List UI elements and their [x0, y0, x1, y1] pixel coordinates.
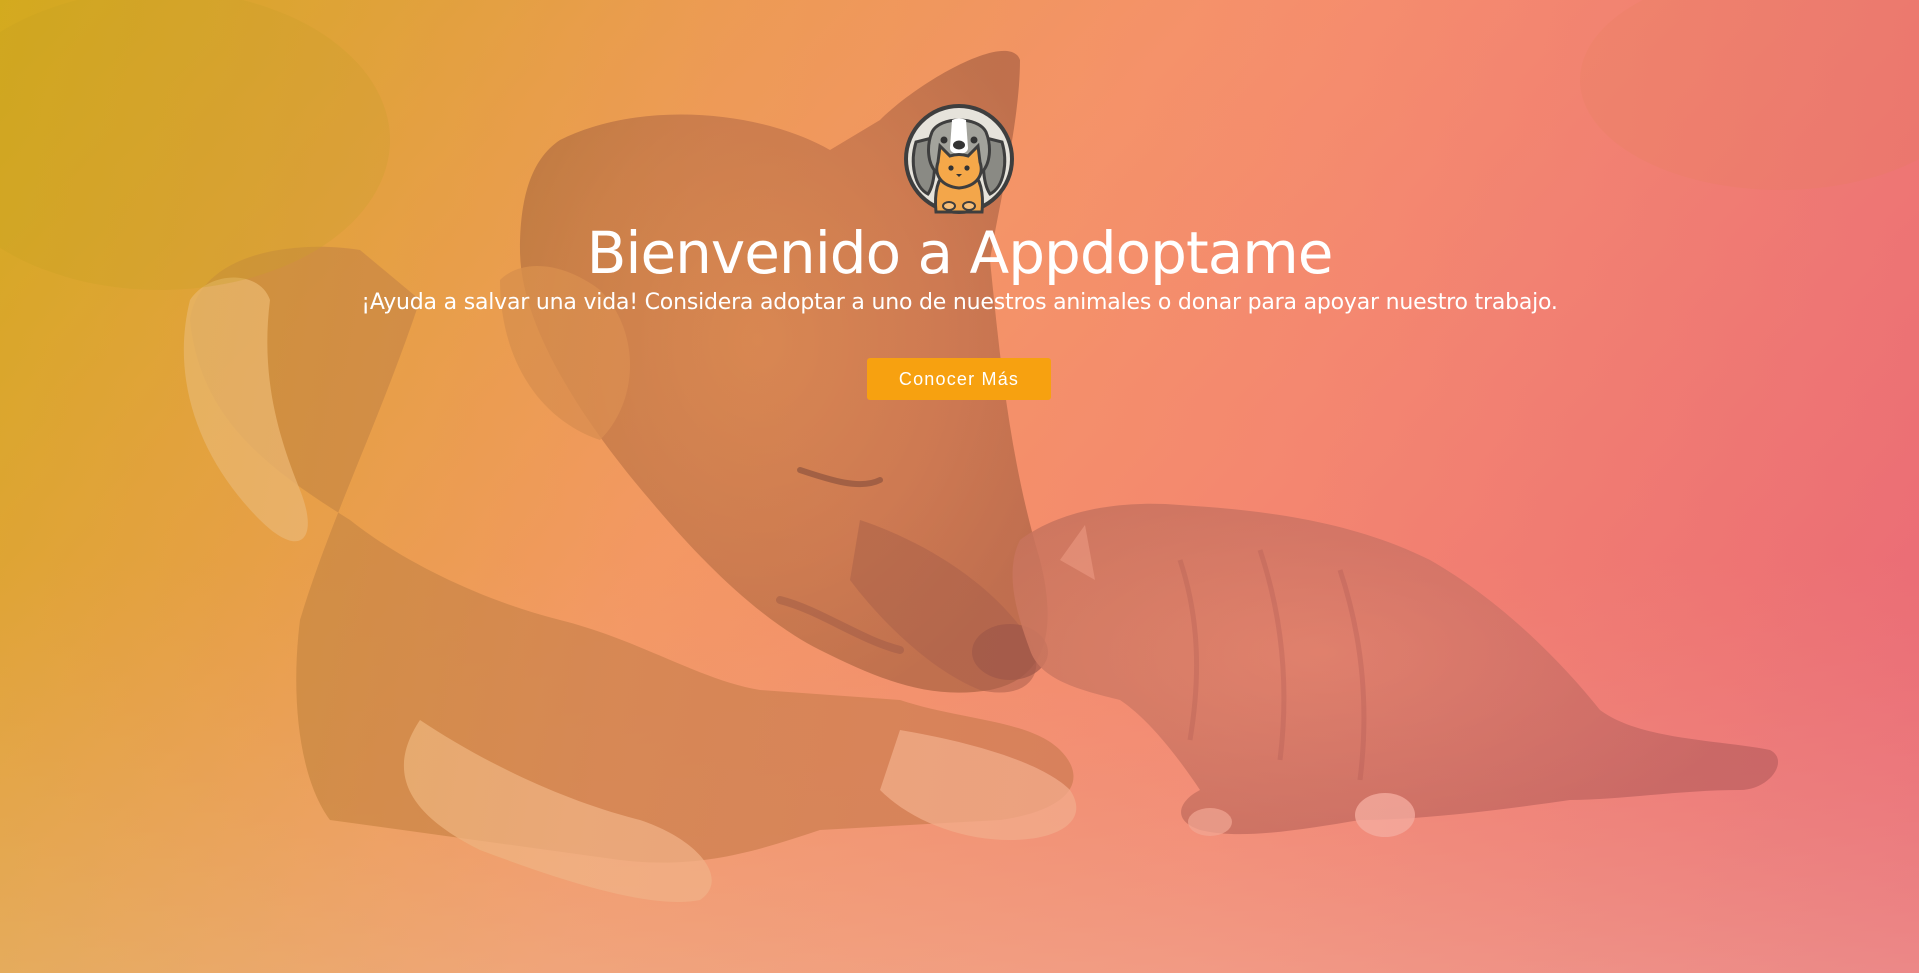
- hero-content: Bienvenido a Appdoptame ¡Ayuda a salvar …: [0, 0, 1919, 973]
- hero-subtitle: ¡Ayuda a salvar una vida! Considera adop…: [361, 290, 1558, 315]
- hero-section: Bienvenido a Appdoptame ¡Ayuda a salvar …: [0, 0, 1919, 973]
- hero-title: Bienvenido a Appdoptame: [586, 219, 1334, 287]
- dog-and-cat-logo-icon: [904, 104, 1014, 214]
- learn-more-button[interactable]: Conocer Más: [867, 358, 1051, 400]
